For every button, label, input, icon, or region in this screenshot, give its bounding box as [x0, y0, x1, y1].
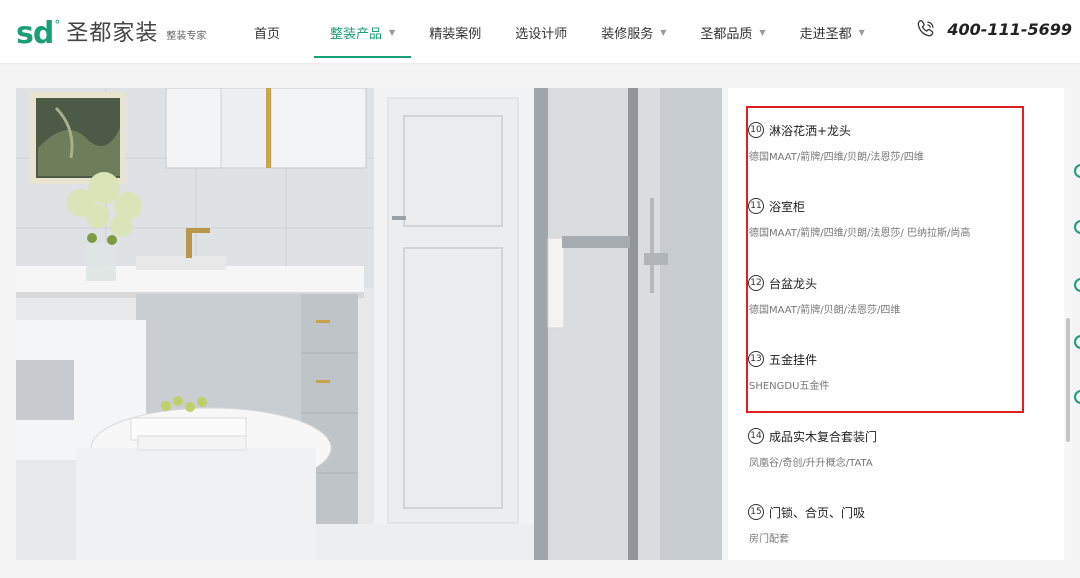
list-item[interactable]: 13 五金挂件 SHENGDU五金件: [748, 350, 829, 392]
nav-item-label: 整装产品: [330, 26, 383, 42]
item-title: 13 五金挂件: [748, 350, 829, 368]
phone-icon: [918, 20, 934, 37]
item-number: 11: [748, 198, 764, 214]
item-name: 门锁、合页、门吸: [769, 505, 866, 520]
list-item[interactable]: 12 台盆龙头 德国MAAT/箭牌/贝朗/法恩莎/四维: [748, 274, 900, 316]
bathroom-illustration: [16, 88, 722, 560]
item-name: 五金挂件: [769, 352, 818, 367]
item-number: 10: [748, 122, 764, 138]
list-item[interactable]: 10 淋浴花洒+龙头 德国MAAT/箭牌/四维/贝朗/法恩莎/四维: [748, 121, 924, 163]
item-title: 15 门锁、合页、门吸: [748, 503, 865, 521]
nav-item-home[interactable]: 首页: [254, 0, 280, 64]
item-name: 成品实木复合套装门: [769, 429, 878, 444]
nav-item-quality[interactable]: 圣都品质 ▼: [700, 0, 765, 64]
item-number: 12: [748, 275, 764, 291]
item-title: 10 淋浴花洒+龙头: [748, 121, 924, 139]
item-brands: 凤凰谷/奇创/升升概念/TATA: [749, 458, 873, 469]
nav-item-cases[interactable]: 精装案例: [429, 0, 481, 64]
item-number: 15: [748, 504, 764, 520]
nav-item-label: 首页: [254, 26, 281, 42]
chevron-down-icon: ▼: [759, 27, 766, 37]
bathroom-photo: [16, 88, 722, 560]
nav-item-services[interactable]: 装修服务 ▼: [601, 0, 666, 64]
main-nav: 首页 整装产品 ▼ 精装案例 选设计师 装修服务 ▼ 圣都品质 ▼ 走进圣都 ▼: [240, 0, 865, 64]
site-logo[interactable]: sd ° 圣都家装 整装专家: [16, 10, 206, 50]
list-item[interactable]: 11 浴室柜 德国MAAT/箭牌/四维/贝朗/法恩莎/ 巴纳拉斯/尚高: [748, 197, 970, 239]
nav-item-about[interactable]: 走进圣都 ▼: [800, 0, 865, 64]
item-brands: 德国MAAT/箭牌/四维/贝朗/法恩莎/ 巴纳拉斯/尚高: [749, 228, 971, 239]
nav-item-designers[interactable]: 选设计师: [515, 0, 567, 64]
chevron-down-icon: ▼: [858, 27, 865, 37]
nav-item-label: 选设计师: [515, 26, 568, 42]
logo-name: 圣都家装: [66, 21, 159, 46]
nav-item-label: 精装案例: [429, 26, 482, 42]
item-number: 14: [748, 428, 764, 444]
logo-mark: sd: [16, 16, 54, 51]
list-item[interactable]: 15 门锁、合页、门吸 房门配套: [748, 503, 865, 545]
logo-tagline: 整装专家: [166, 31, 207, 42]
nav-item-label: 装修服务: [601, 26, 654, 42]
item-name: 台盆龙头: [769, 276, 818, 291]
scrollbar-thumb[interactable]: [1066, 318, 1070, 442]
logo-degree: °: [54, 18, 61, 32]
item-title: 11 浴室柜: [748, 197, 970, 215]
hotline[interactable]: 400-111-5699: [915, 18, 1072, 40]
item-brands: 德国MAAT/箭牌/贝朗/法恩莎/四维: [749, 305, 901, 316]
item-brands: 德国MAAT/箭牌/四维/贝朗/法恩莎/四维: [749, 152, 924, 163]
item-name: 浴室柜: [769, 199, 806, 214]
phone-number: 400-111-5699: [947, 19, 1072, 39]
nav-item-label: 圣都品质: [700, 26, 753, 42]
item-number: 13: [748, 351, 764, 367]
list-item[interactable]: 14 成品实木复合套装门 凤凰谷/奇创/升升概念/TATA: [748, 427, 877, 469]
nav-item-products[interactable]: 整装产品 ▼: [314, 0, 412, 64]
product-list-panel: 10 淋浴花洒+龙头 德国MAAT/箭牌/四维/贝朗/法恩莎/四维 11 浴室柜…: [728, 88, 1064, 560]
chevron-down-icon: ▼: [389, 27, 396, 37]
item-brands: SHENGDU五金件: [749, 381, 830, 392]
item-name: 淋浴花洒+龙头: [769, 123, 852, 138]
item-title: 14 成品实木复合套装门: [748, 427, 877, 445]
item-brands: 房门配套: [749, 534, 789, 545]
nav-item-label: 走进圣都: [799, 26, 852, 42]
item-title: 12 台盆龙头: [748, 274, 900, 292]
site-header: sd ° 圣都家装 整装专家 首页 整装产品 ▼ 精装案例 选设计师 装修服务 …: [0, 0, 1080, 64]
chevron-down-icon: ▼: [660, 27, 667, 37]
